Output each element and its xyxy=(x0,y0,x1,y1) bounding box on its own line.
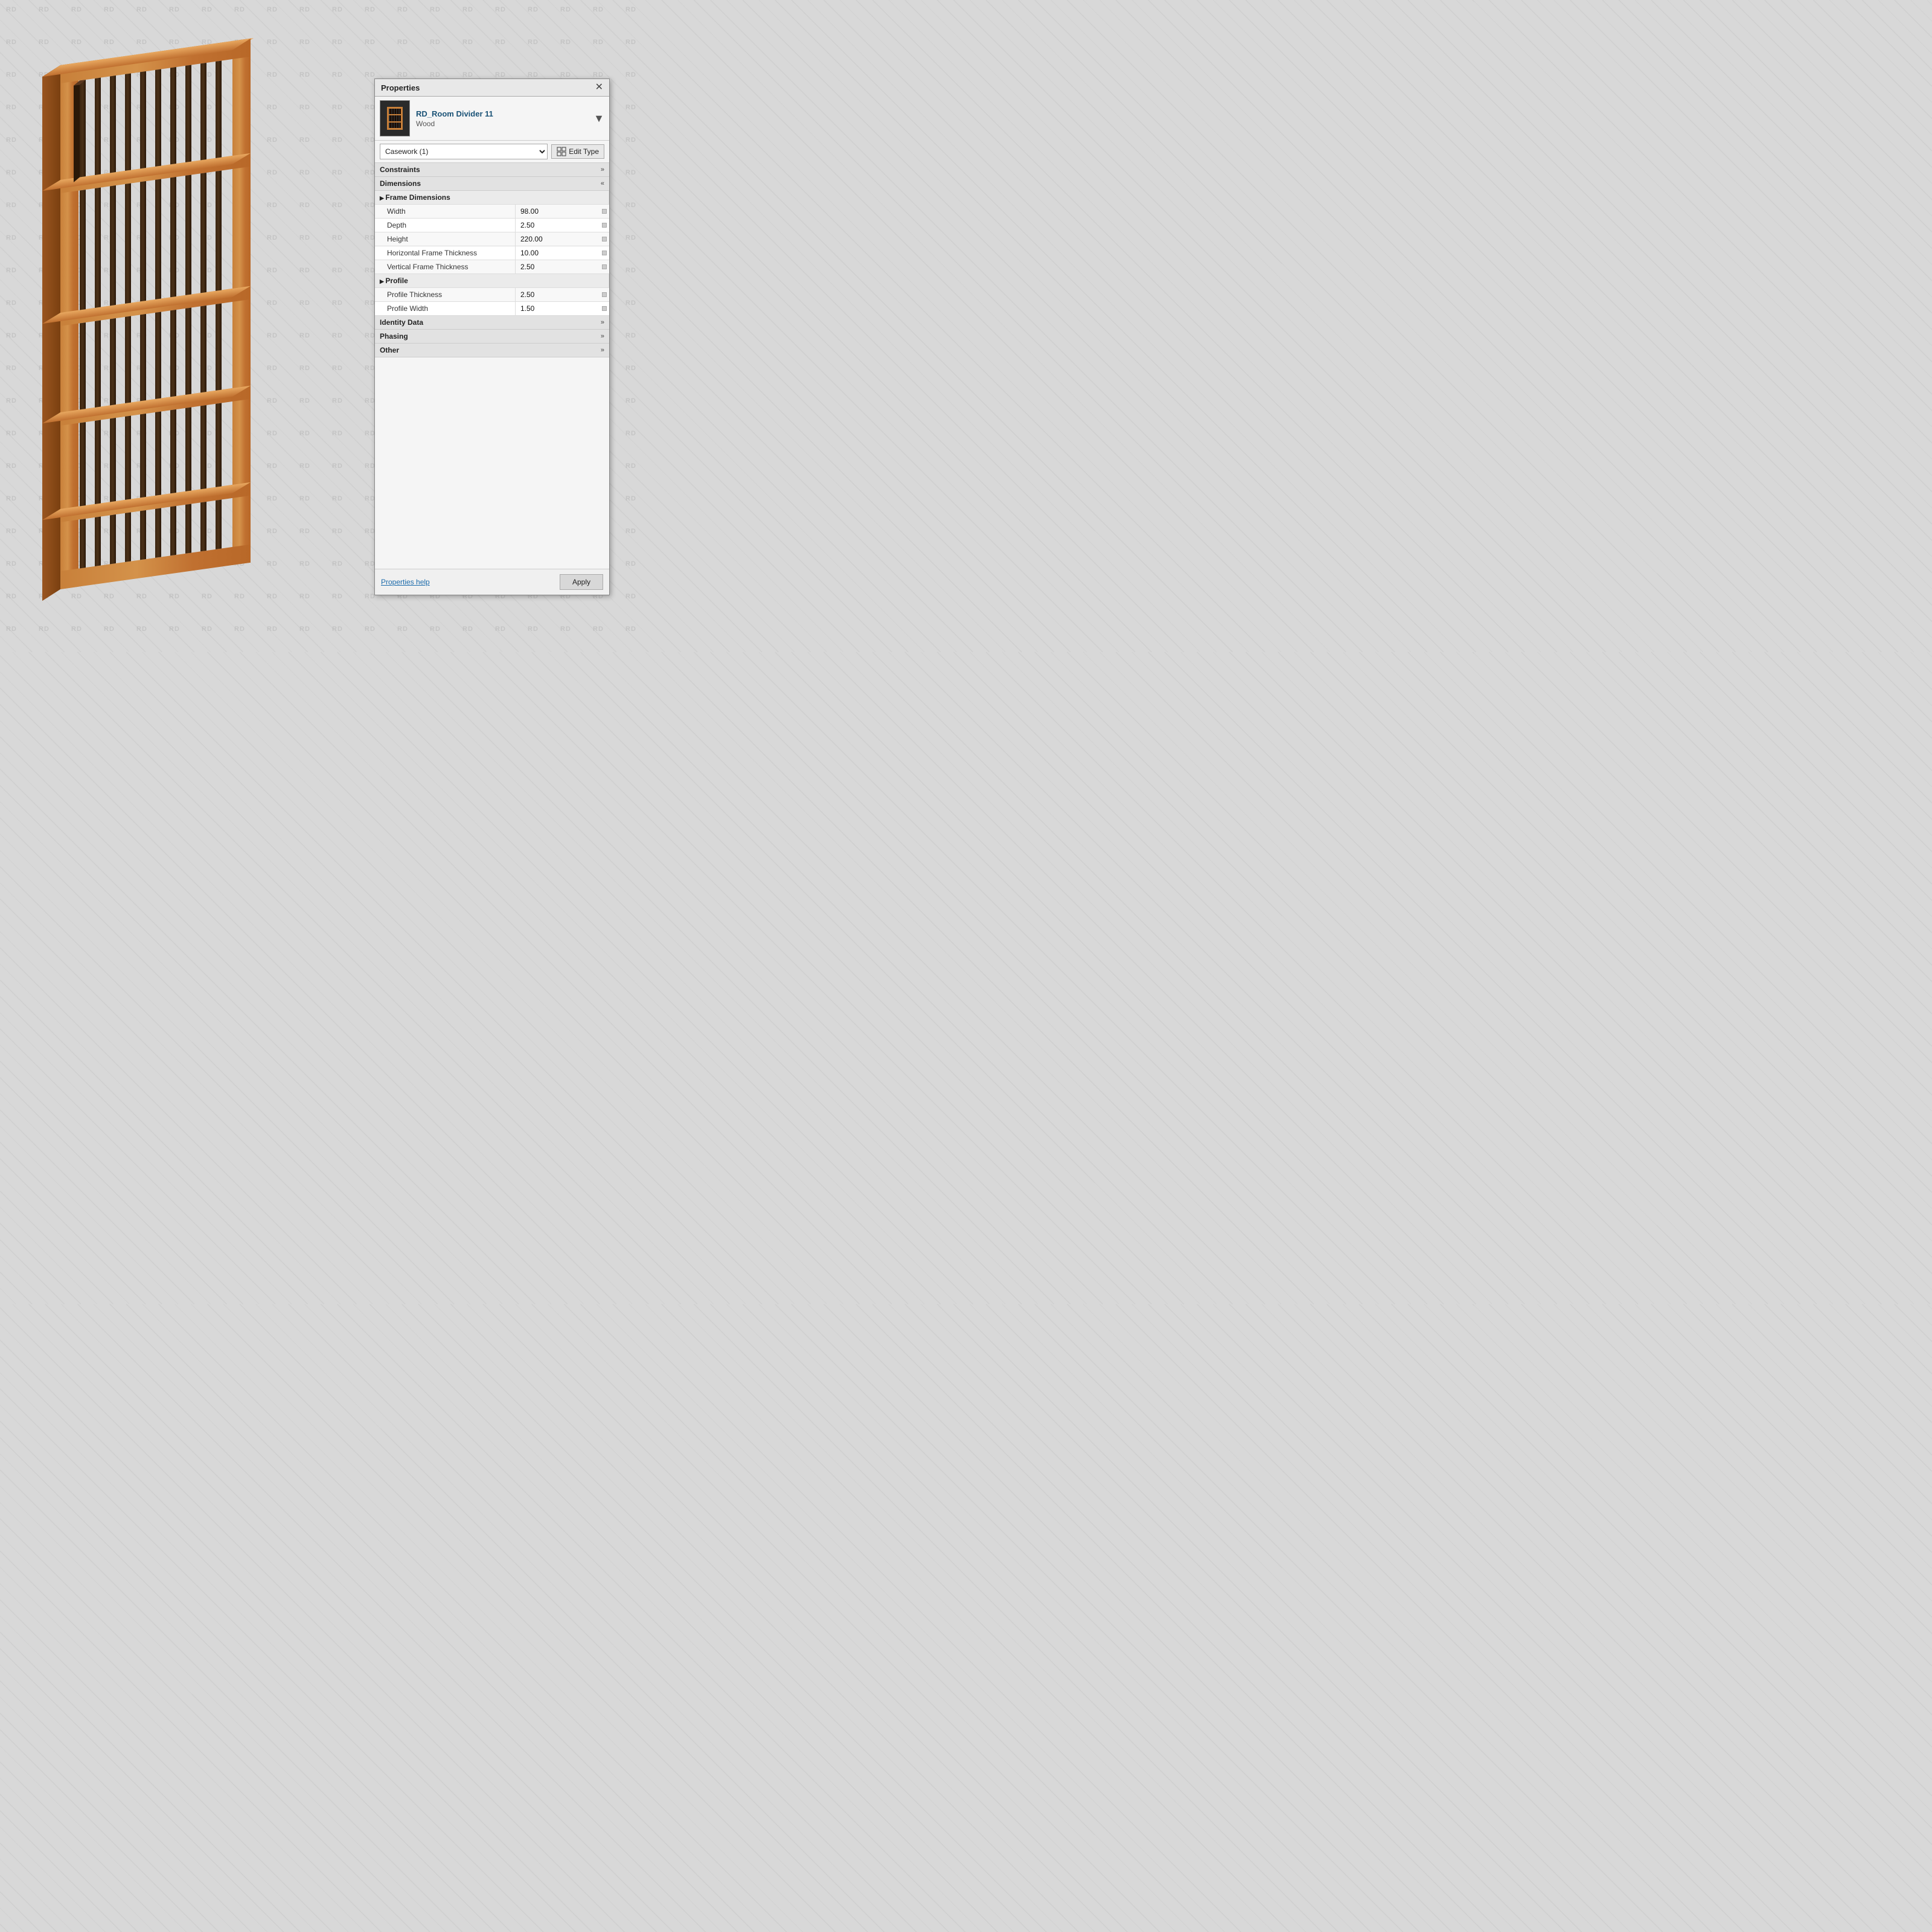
3d-viewport xyxy=(0,0,350,652)
object-name: RD_Room Divider 11 xyxy=(416,109,493,118)
edit-type-label: Edit Type xyxy=(569,147,599,156)
v-frame-thickness-indicator xyxy=(602,264,607,269)
panel-empty-area xyxy=(375,357,609,569)
frame-dimensions-row: Frame Dimensions xyxy=(375,191,609,205)
apply-button[interactable]: Apply xyxy=(560,574,603,590)
dimensions-label: Dimensions xyxy=(380,179,421,188)
constraints-section-header[interactable]: Constraints » xyxy=(375,163,609,177)
other-section-header[interactable]: Other » xyxy=(375,344,609,357)
object-info: RD_Room Divider 11 Wood xyxy=(416,109,493,128)
panel-footer: Properties help Apply xyxy=(375,569,609,595)
profile-thickness-row: Profile Thickness 2.50 xyxy=(375,288,609,302)
height-label: Height xyxy=(375,232,516,246)
profile-row: Profile xyxy=(375,274,609,288)
h-frame-thickness-label: Horizontal Frame Thickness xyxy=(375,246,516,260)
profile-width-row: Profile Width 1.50 xyxy=(375,302,609,316)
properties-help-link[interactable]: Properties help xyxy=(381,578,430,586)
v-frame-thickness-row: Vertical Frame Thickness 2.50 xyxy=(375,260,609,274)
profile-width-label: Profile Width xyxy=(375,302,516,316)
depth-indicator xyxy=(602,223,607,228)
identity-data-section-header[interactable]: Identity Data » xyxy=(375,316,609,330)
h-frame-thickness-value[interactable]: 10.00 xyxy=(516,246,609,260)
properties-panel: Properties ✕ RD_Room Divider 11 Wood xyxy=(374,78,610,595)
other-label: Other xyxy=(380,346,399,354)
frame-dimensions-label: Frame Dimensions xyxy=(385,193,450,202)
identity-data-toggle-icon: » xyxy=(601,319,604,326)
object-thumbnail xyxy=(380,100,410,136)
dimensions-section-header[interactable]: Dimensions « xyxy=(375,177,609,191)
edit-type-button[interactable]: Edit Type xyxy=(551,144,604,159)
height-value[interactable]: 220.00 xyxy=(516,232,609,246)
frame-dimensions-arrow xyxy=(380,193,385,202)
height-indicator xyxy=(602,237,607,242)
phasing-toggle-icon: » xyxy=(601,333,604,340)
identity-data-label: Identity Data xyxy=(380,318,423,327)
width-row: Width 98.00 xyxy=(375,205,609,219)
thumbnail-icon xyxy=(386,106,403,130)
depth-value[interactable]: 2.50 xyxy=(516,219,609,232)
depth-row: Depth 2.50 xyxy=(375,219,609,232)
width-value[interactable]: 98.00 xyxy=(516,205,609,219)
profile-thickness-value[interactable]: 2.50 xyxy=(516,288,609,302)
constraints-toggle-icon: » xyxy=(601,166,604,173)
profile-label: Profile xyxy=(385,277,408,285)
phasing-section-header[interactable]: Phasing » xyxy=(375,330,609,344)
h-frame-thickness-row: Horizontal Frame Thickness 10.00 xyxy=(375,246,609,260)
edit-type-icon xyxy=(557,147,566,156)
dropdown-arrow-icon: ▼ xyxy=(593,112,604,125)
constraints-label: Constraints xyxy=(380,165,420,174)
panel-title-bar: Properties ✕ xyxy=(375,79,609,97)
profile-thickness-indicator xyxy=(602,292,607,297)
profile-thickness-label: Profile Thickness xyxy=(375,288,516,302)
other-toggle-icon: » xyxy=(601,347,604,354)
panel-close-button[interactable]: ✕ xyxy=(595,83,603,92)
object-sub: Wood xyxy=(416,120,493,128)
v-frame-thickness-label: Vertical Frame Thickness xyxy=(375,260,516,274)
width-label: Width xyxy=(375,205,516,219)
width-indicator xyxy=(602,209,607,214)
room-divider-model xyxy=(18,30,278,604)
depth-label: Depth xyxy=(375,219,516,232)
casework-dropdown[interactable]: Casework (1) xyxy=(380,144,548,159)
v-frame-thickness-value[interactable]: 2.50 xyxy=(516,260,609,274)
type-selector-row: Casework (1) Edit Type xyxy=(375,141,609,163)
panel-title: Properties xyxy=(381,83,420,92)
h-frame-thickness-indicator xyxy=(602,251,607,255)
dimensions-toggle-icon: « xyxy=(601,180,604,187)
profile-arrow xyxy=(380,277,385,285)
properties-table: Frame Dimensions Width 98.00 Depth 2.50 xyxy=(375,191,609,316)
phasing-label: Phasing xyxy=(380,332,408,341)
profile-width-indicator xyxy=(602,306,607,311)
height-row: Height 220.00 xyxy=(375,232,609,246)
profile-width-value[interactable]: 1.50 xyxy=(516,302,609,316)
panel-object-header: RD_Room Divider 11 Wood ▼ xyxy=(375,97,609,141)
